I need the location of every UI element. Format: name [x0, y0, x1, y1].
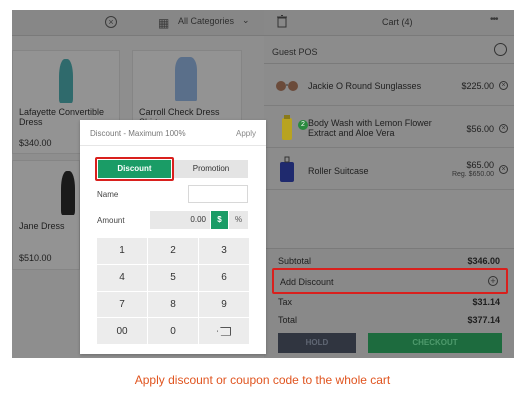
tab-promotion[interactable]: Promotion — [174, 160, 248, 178]
product-image — [13, 161, 79, 216]
backspace-icon — [217, 326, 231, 336]
total-value: $377.14 — [467, 315, 500, 325]
amount-label: Amount — [97, 216, 125, 225]
amount-field[interactable]: 0.00 — [150, 211, 210, 229]
modal-header: Discount - Maximum 100% Apply — [80, 120, 266, 146]
product-card[interactable]: Carroll Check Dress Shirt — [132, 50, 242, 127]
cart-panel: Cart (4) ••• Guest POS Jackie O Round Su… — [264, 10, 514, 358]
remove-item-icon[interactable]: × — [499, 81, 508, 90]
modal-title: Discount - Maximum 100% — [90, 129, 186, 138]
caption: Apply discount or coupon code to the who… — [134, 373, 391, 387]
grid-icon[interactable]: ▦ — [158, 16, 169, 30]
customer-name: Guest POS — [272, 47, 318, 57]
name-field[interactable] — [188, 185, 248, 203]
key-00[interactable]: 00 — [97, 318, 147, 344]
product-price: $340.00 — [19, 138, 52, 148]
key-2[interactable]: 2 — [148, 238, 198, 264]
customer-row[interactable]: Guest POS — [264, 38, 514, 64]
cart-item-price: $225.00 — [461, 81, 494, 91]
add-discount-row[interactable]: Add Discount + — [272, 268, 508, 294]
body-wash-thumbnail — [282, 115, 292, 140]
checkout-button[interactable]: CHECKOUT — [368, 333, 502, 353]
key-0[interactable]: 0 — [148, 318, 198, 344]
remove-item-icon[interactable]: × — [499, 165, 508, 174]
key-4[interactable]: 4 — [97, 264, 147, 291]
cart-item[interactable]: Roller Suitcase $65.00 Reg. $650.00 × — [264, 150, 514, 190]
cart-item-price: $65.00 — [466, 160, 494, 170]
tax-label: Tax — [278, 297, 293, 307]
cart-header: Cart (4) ••• — [264, 10, 514, 36]
key-9[interactable]: 9 — [199, 291, 249, 318]
subtotal-value: $346.00 — [467, 256, 500, 266]
percent-toggle[interactable]: % — [229, 211, 248, 229]
tab-discount[interactable]: Discount — [98, 160, 171, 178]
cart-item-name: Body Wash with Lemon Flower Extract and … — [308, 118, 432, 138]
name-label: Name — [97, 190, 119, 199]
product-image — [13, 51, 119, 106]
suitcase-thumbnail — [280, 156, 294, 182]
key-3[interactable]: 3 — [199, 238, 249, 264]
quantity-badge: 2 — [298, 120, 308, 130]
discount-modal: Discount - Maximum 100% Apply Discount P… — [80, 120, 266, 354]
regular-price: Reg. $650.00 — [451, 171, 494, 178]
cart-title: Cart (4) — [382, 17, 413, 27]
sunglasses-thumbnail — [276, 81, 298, 91]
shirt-image — [175, 57, 197, 101]
clear-search-icon[interactable]: × — [105, 16, 117, 28]
total-row: Total $377.14 — [278, 315, 500, 325]
dress-image — [59, 59, 73, 103]
product-price: $510.00 — [19, 253, 52, 263]
dress-image — [61, 171, 75, 215]
cart-item-name: Jackie O Round Sunglasses — [308, 81, 422, 91]
plus-circle-icon[interactable]: + — [488, 276, 498, 286]
add-discount-label: Add Discount — [280, 277, 334, 287]
cart-item[interactable]: Jackie O Round Sunglasses $225.00 × — [264, 66, 514, 106]
user-icon[interactable] — [494, 43, 507, 56]
product-image — [133, 51, 241, 106]
numeric-keypad: 1 2 3 4 5 6 7 8 9 00 0 — [97, 238, 249, 344]
subtotal-row: Subtotal $346.00 — [278, 256, 500, 266]
chevron-down-icon[interactable]: ⌄ — [242, 15, 250, 26]
key-5[interactable]: 5 — [148, 264, 198, 291]
total-label: Total — [278, 315, 298, 325]
category-select[interactable]: All Categories — [178, 16, 234, 26]
fixed-amount-toggle[interactable]: $ — [211, 211, 228, 229]
more-options-icon[interactable]: ••• — [490, 14, 498, 25]
subtotal-label: Subtotal — [278, 256, 312, 266]
cart-item-name: Roller Suitcase — [308, 166, 369, 176]
trash-icon[interactable] — [277, 15, 287, 28]
hold-button[interactable]: HOLD — [278, 333, 356, 353]
key-1[interactable]: 1 — [97, 238, 147, 264]
backspace-key[interactable] — [199, 318, 249, 344]
apply-button[interactable]: Apply — [236, 129, 256, 138]
product-toolbar: × ▦ All Categories ⌄ — [12, 10, 264, 36]
key-7[interactable]: 7 — [97, 291, 147, 318]
key-8[interactable]: 8 — [148, 291, 198, 318]
tax-value: $31.14 — [472, 297, 500, 307]
product-card[interactable]: Jane Dress $510.00 — [12, 160, 80, 270]
key-6[interactable]: 6 — [199, 264, 249, 291]
remove-item-icon[interactable]: × — [499, 124, 508, 133]
tax-row: Tax $31.14 — [278, 297, 500, 307]
cart-item-price: $56.00 — [466, 124, 494, 134]
